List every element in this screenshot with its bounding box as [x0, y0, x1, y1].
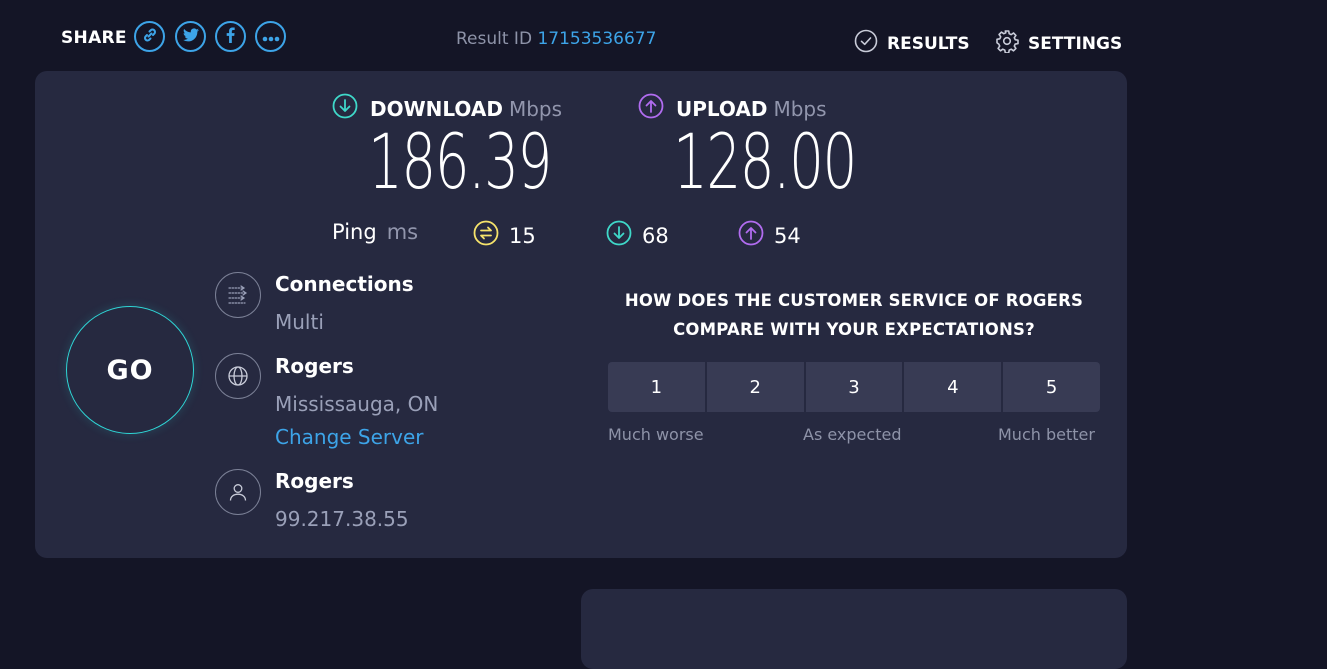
rating-option-2[interactable]: 2: [706, 362, 806, 412]
link-icon: [142, 27, 158, 47]
share-facebook-button[interactable]: [215, 21, 246, 52]
globe-icon: [215, 353, 261, 399]
server-location: Mississauga, ON: [275, 392, 439, 416]
provider-title: Rogers: [275, 469, 354, 493]
ping-label: Ping: [332, 220, 377, 244]
share-twitter-button[interactable]: [175, 21, 206, 52]
change-server-link[interactable]: Change Server: [275, 425, 424, 449]
download-latency-icon: [606, 220, 642, 251]
connections-icon: [215, 272, 261, 318]
upload-arrow-icon: [638, 93, 664, 124]
scale-low-label: Much worse: [608, 425, 704, 444]
ping-idle-value: 15: [509, 223, 536, 248]
share-link-button[interactable]: [134, 21, 165, 52]
rating-option-3[interactable]: 3: [805, 362, 905, 412]
ping-download-value: 68: [642, 223, 669, 248]
secondary-panel: [581, 589, 1127, 669]
download-value: 186.39: [368, 117, 552, 206]
provider-ip: 99.217.38.55: [275, 507, 409, 531]
survey-question-line2: COMPARE WITH YOUR EXPECTATIONS?: [673, 320, 1035, 339]
check-circle-icon: [854, 29, 887, 58]
settings-label: SETTINGS: [1028, 33, 1123, 54]
result-id-label: Result ID: [456, 29, 533, 49]
facebook-icon: [226, 26, 235, 47]
settings-link[interactable]: SETTINGS: [995, 29, 1122, 58]
survey-question: HOW DOES THE CUSTOMER SERVICE OF ROGERS …: [608, 286, 1100, 344]
scale-high-label: Much better: [998, 425, 1095, 444]
ping-idle: 15: [473, 220, 536, 251]
connections-title: Connections: [275, 272, 414, 296]
ping-upload: 54: [738, 220, 801, 251]
scale-mid-label: As expected: [803, 425, 902, 444]
result-id: Result ID 17153536677: [456, 29, 656, 49]
rating-option-1[interactable]: 1: [608, 362, 707, 412]
results-link[interactable]: RESULTS: [854, 29, 970, 58]
download-arrow-icon: [332, 93, 358, 124]
share-label: SHARE: [61, 28, 127, 48]
ping-unit: ms: [386, 220, 419, 244]
rating-option-4[interactable]: 4: [904, 362, 1004, 412]
gear-icon: [995, 29, 1028, 58]
results-label: RESULTS: [887, 33, 970, 54]
ping-download: 68: [606, 220, 669, 251]
user-icon: [215, 469, 261, 515]
rating-option-5[interactable]: 5: [1003, 362, 1100, 412]
rating-scale: 1 2 3 4 5: [608, 362, 1100, 412]
upload-value: 128.00: [673, 117, 857, 206]
server-title: Rogers: [275, 354, 354, 378]
ping-label-group: Ping ms: [332, 220, 418, 244]
go-button[interactable]: GO: [66, 306, 194, 434]
more-icon: [262, 27, 280, 46]
twitter-icon: [182, 27, 199, 46]
share-more-button[interactable]: [255, 21, 286, 52]
survey-question-line1: HOW DOES THE CUSTOMER SERVICE OF ROGERS: [624, 291, 1084, 310]
idle-latency-icon: [473, 220, 509, 251]
ping-upload-value: 54: [774, 223, 801, 248]
connections-value[interactable]: Multi: [275, 310, 324, 334]
result-id-value[interactable]: 17153536677: [537, 29, 656, 49]
upload-latency-icon: [738, 220, 774, 251]
